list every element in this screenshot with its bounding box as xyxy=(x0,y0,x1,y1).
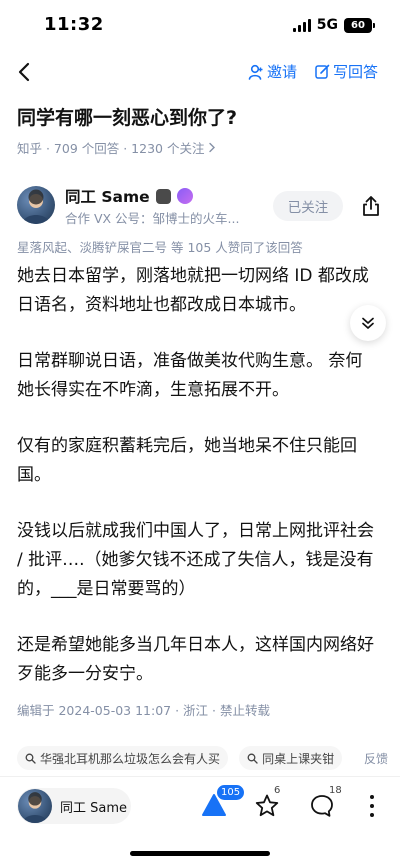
invite-button[interactable]: 邀请 xyxy=(248,61,297,82)
upvote-count: 105 xyxy=(217,785,245,800)
user-pill-name: 同工 Same xyxy=(60,800,128,816)
network-type: 5G xyxy=(316,17,338,33)
status-time: 11:32 xyxy=(44,14,104,35)
nav-actions: 邀请 写回答 xyxy=(248,61,378,82)
follow-button[interactable]: 已关注 xyxy=(273,191,343,221)
likes-line[interactable]: 星落风起、淡腾铲屎官二号 等 105 人赞同了该回答 xyxy=(17,237,303,256)
author-name[interactable]: 同工 Same xyxy=(65,185,193,207)
related-search-chip[interactable]: 华强北耳机那么垃圾怎么会有人买 xyxy=(17,746,229,770)
answer-paragraph: 还是希望她能多当几年日本人，这样国内网络好歹能多一分安宁。 xyxy=(17,635,374,684)
more-options-icon[interactable] xyxy=(368,795,376,817)
user-pill[interactable]: 同工 Same xyxy=(17,788,131,824)
search-icon xyxy=(25,753,36,764)
edit-meta: 编辑于 2024-05-03 11:07 · 浙江 · 禁止转载 xyxy=(17,703,270,718)
question-meta[interactable]: 知乎 · 709 个回答 · 1230 个关注 xyxy=(17,138,383,157)
question-title[interactable]: 同学有哪一刻恶心到你了? xyxy=(17,104,383,132)
related-searches: 华强北耳机那么垃圾怎么会有人买 同桌上课夹钳 xyxy=(17,746,400,770)
avatar-image xyxy=(22,792,48,823)
battery-icon: 60 xyxy=(344,17,375,33)
nav-bar: 邀请 写回答 xyxy=(0,52,400,92)
person-icon xyxy=(248,64,263,80)
write-answer-label: 写回答 xyxy=(332,63,378,81)
author-bio: 合作 VX 公号：邹博士的火车... xyxy=(65,211,240,226)
back-button[interactable] xyxy=(10,58,38,86)
share-button[interactable] xyxy=(357,192,385,220)
related-search-label: 华强北耳机那么垃圾怎么会有人买 xyxy=(40,751,221,766)
favorite-button[interactable]: 6 xyxy=(254,785,284,821)
answer-content: 她去日本留学，刚落地就把一切网络 ID 都改成日语名，资料地址也都改成日本城市。… xyxy=(17,262,377,716)
avatar[interactable] xyxy=(17,186,55,224)
bottom-action-bar: 同工 Same 105 6 18 xyxy=(0,776,400,836)
feedback-link[interactable]: 反馈 xyxy=(359,750,388,767)
search-icon xyxy=(247,753,258,764)
avatar xyxy=(18,789,52,823)
star-icon xyxy=(255,794,279,817)
related-search-chip[interactable]: 同桌上课夹钳 xyxy=(239,746,343,770)
question-meta-text: 知乎 · 709 个回答 · 1230 个关注 xyxy=(17,141,205,156)
author-row: 同工 Same 合作 VX 公号：邹博士的火车... 已关注 xyxy=(17,182,383,232)
answer-paragraph: 她去日本留学，刚落地就把一切网络 ID 都改成日语名，资料地址也都改成日本城市。 xyxy=(17,266,369,315)
answer-paragraph: 日常群聊说日语，准备做美妆代购生意。 奈何她长得实在不咋滴，生意拓展不开。 xyxy=(17,351,363,400)
home-indicator xyxy=(130,851,270,856)
comment-count: 18 xyxy=(329,785,342,796)
comment-button[interactable]: 18 xyxy=(309,785,342,821)
invite-label: 邀请 xyxy=(266,63,297,81)
collapse-button[interactable] xyxy=(350,305,386,341)
verified-badge-icon xyxy=(176,188,193,204)
edit-icon xyxy=(315,64,330,79)
status-indicators: 5G 60 xyxy=(292,17,375,33)
double-chevron-down-icon xyxy=(362,317,374,329)
battery-level: 60 xyxy=(351,19,365,31)
comment-bubble-icon xyxy=(311,795,333,817)
author-name-text: 同工 Same xyxy=(65,188,150,206)
avatar-image xyxy=(22,189,50,224)
chevron-right-icon xyxy=(209,142,216,153)
upvote-button[interactable]: 105 xyxy=(201,785,245,821)
chevron-left-icon xyxy=(18,62,30,82)
answer-paragraph: 仅有的家庭积蓄耗完后，她当地呆不住只能回国。 xyxy=(17,436,357,485)
related-search-label: 同桌上课夹钳 xyxy=(262,751,335,766)
question-header: 同学有哪一刻恶心到你了? 知乎 · 709 个回答 · 1230 个关注 xyxy=(17,104,383,157)
creator-badge-icon xyxy=(155,188,171,204)
signal-icon xyxy=(292,18,311,32)
favorite-count: 6 xyxy=(274,785,281,796)
answer-paragraph: 没钱以后就成我们中国人了，日常上网批评社会 / 批评….（她爹欠钱不还成了失信人… xyxy=(17,521,374,599)
share-icon xyxy=(363,196,379,216)
write-answer-button[interactable]: 写回答 xyxy=(315,61,378,82)
status-bar: 11:32 5G 60 xyxy=(0,0,400,52)
